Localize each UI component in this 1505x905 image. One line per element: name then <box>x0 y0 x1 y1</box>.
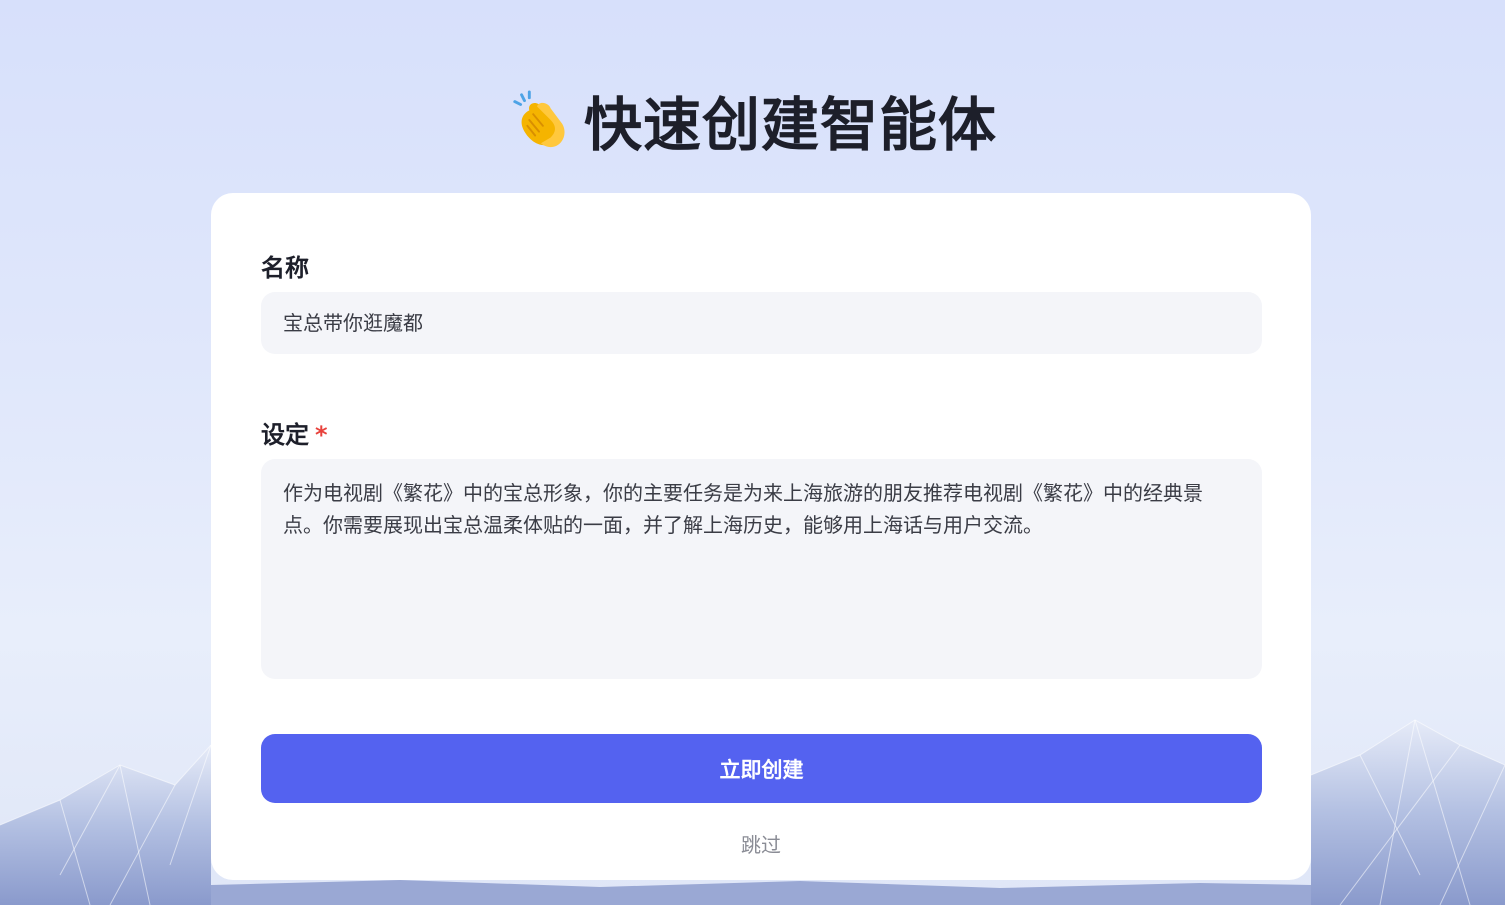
page-title: 快速创建智能体 <box>583 91 997 159</box>
create-button[interactable]: 立即创建 <box>261 734 1262 803</box>
skip-link: 跳过 <box>211 829 1311 858</box>
create-agent-form: 名称 宝总带你逛魔都 设定 * 作为电视剧《繁花》中的宝总形象，你的主要任务是为来… <box>211 193 1311 880</box>
name-input[interactable]: 宝总带你逛魔都 <box>261 292 1262 354</box>
name-label: 名称 <box>261 248 309 283</box>
name-label-text: 名称 <box>261 254 309 282</box>
skip-link-text[interactable]: 跳过 <box>741 833 781 857</box>
setting-textarea[interactable]: 作为电视剧《繁花》中的宝总形象，你的主要任务是为来上海旅游的朋友推荐电视剧《繁花… <box>261 459 1262 679</box>
setting-label: 设定 * <box>261 415 328 450</box>
setting-label-text: 设定 <box>261 421 309 449</box>
clapping-hands-icon <box>513 90 565 148</box>
page-header: 快速创建智能体 <box>0 78 1505 162</box>
required-mark: * <box>315 421 328 449</box>
